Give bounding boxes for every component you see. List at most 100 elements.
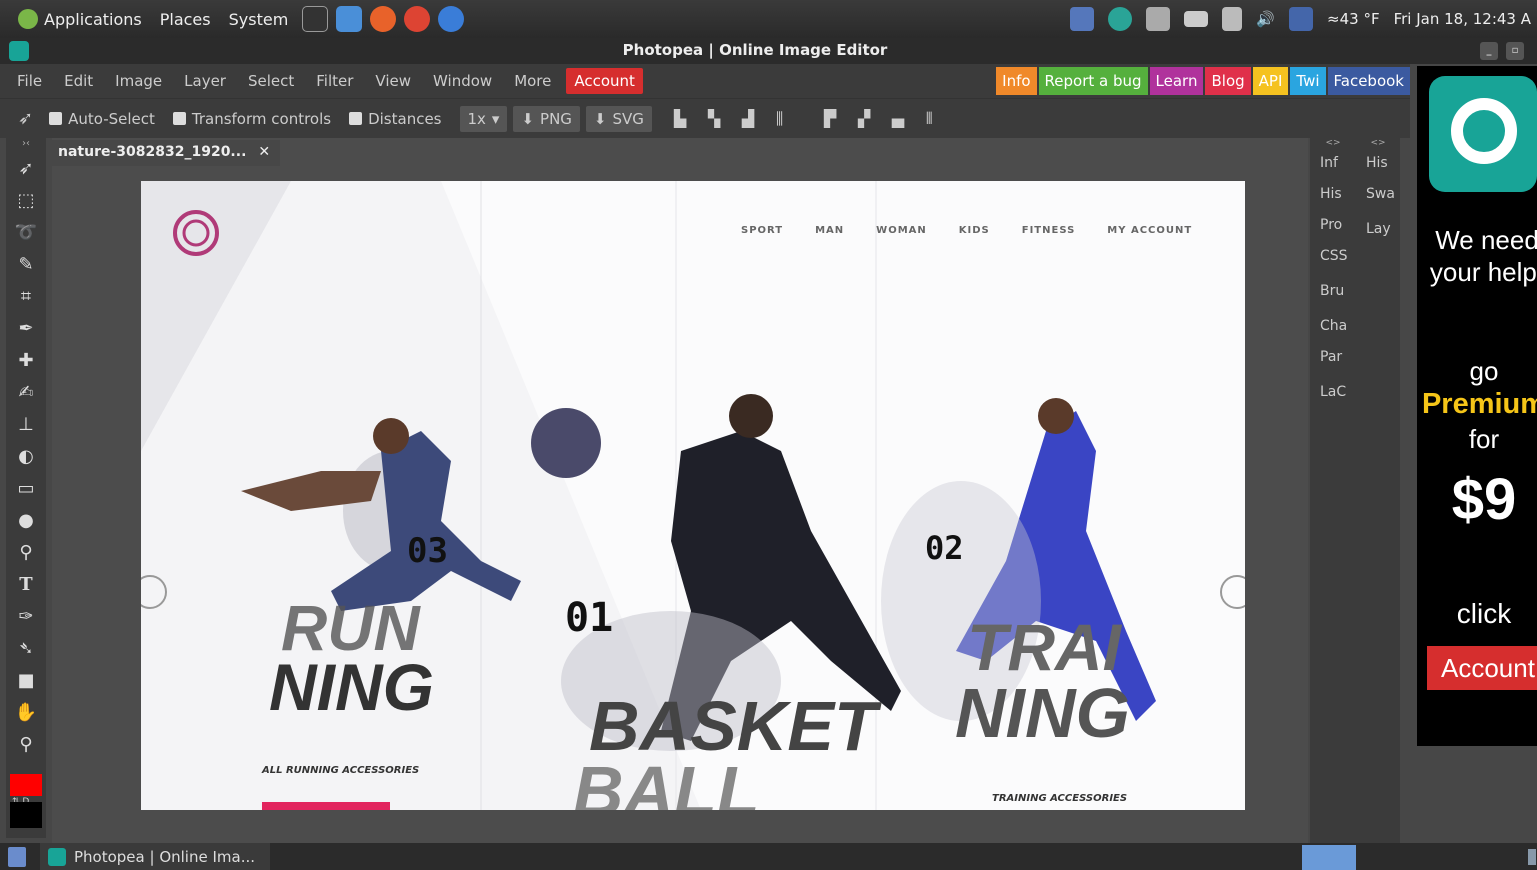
- distribute-v-icon[interactable]: ⫴: [926, 109, 944, 129]
- learn-link[interactable]: Learn: [1149, 67, 1204, 95]
- transform-controls-checkbox[interactable]: Transform controls: [172, 110, 331, 128]
- panel-histogram[interactable]: His: [1310, 181, 1356, 212]
- zoom-dropdown[interactable]: 1x ▾: [459, 105, 508, 132]
- panel-history[interactable]: His: [1356, 150, 1400, 181]
- text-editor-launcher-icon[interactable]: [336, 6, 363, 32]
- terminal-launcher-icon[interactable]: [302, 6, 329, 32]
- pen-tool-icon[interactable]: ✑: [6, 600, 46, 632]
- twitter-link[interactable]: Twi: [1290, 67, 1326, 95]
- eraser-tool-icon[interactable]: ◐: [6, 440, 46, 472]
- info-link[interactable]: Info: [996, 67, 1037, 95]
- trash-icon[interactable]: [1528, 849, 1536, 865]
- menu-layer[interactable]: Layer: [173, 72, 237, 90]
- blog-link[interactable]: Blog: [1205, 67, 1251, 95]
- report-bug-link[interactable]: Report a bug: [1038, 67, 1148, 95]
- document-tab[interactable]: nature-3082832_1920... ✕: [52, 140, 281, 166]
- align-right-icon[interactable]: ▟: [742, 109, 760, 129]
- menu-more[interactable]: More: [503, 72, 562, 90]
- image-canvas[interactable]: SPORT MAN WOMAN KIDS FITNESS MY ACCOUNT …: [141, 181, 1245, 810]
- blur-tool-icon[interactable]: ●: [6, 504, 46, 536]
- align-top-icon[interactable]: ▛: [824, 109, 842, 129]
- applications-menu[interactable]: Applications: [18, 9, 142, 29]
- crop-tool-icon[interactable]: ⌗: [6, 280, 46, 312]
- collapsed-panels-column-2: <> His Swa Lay: [1356, 138, 1400, 843]
- bird-tray-icon[interactable]: [1146, 7, 1171, 31]
- ad-account-button[interactable]: Account: [1427, 646, 1537, 690]
- panel-layer-comps[interactable]: LaC: [1310, 379, 1356, 410]
- maximize-button[interactable]: ▫: [1506, 42, 1524, 60]
- export-svg-button[interactable]: ⬇ SVG: [585, 105, 652, 132]
- update-tray-icon[interactable]: [1070, 7, 1095, 31]
- dodge-tool-icon[interactable]: ⚲: [6, 536, 46, 568]
- thunderbird-launcher-icon[interactable]: [438, 6, 465, 32]
- api-link[interactable]: API: [1252, 67, 1289, 95]
- marquee-tool-icon[interactable]: ⬚: [6, 184, 46, 216]
- align-middle-v-icon[interactable]: ▞: [858, 109, 876, 129]
- places-menu[interactable]: Places: [160, 10, 211, 29]
- quick-select-tool-icon[interactable]: ✎: [6, 248, 46, 280]
- network-tray-icon[interactable]: [1222, 7, 1243, 31]
- stamp-tool-icon[interactable]: ⊥: [6, 408, 46, 440]
- panel-paragraph[interactable]: Par: [1310, 344, 1356, 375]
- nav-woman: WOMAN: [876, 225, 927, 236]
- zoom-tool-icon[interactable]: ⚲: [6, 728, 46, 760]
- panel-layers[interactable]: Lay: [1356, 216, 1400, 247]
- auto-select-checkbox[interactable]: Auto-Select: [49, 110, 155, 128]
- close-tab-icon[interactable]: ✕: [258, 144, 270, 166]
- show-desktop-icon[interactable]: [8, 847, 26, 867]
- foreground-color-swatch[interactable]: [10, 774, 42, 796]
- brush-tool-icon[interactable]: ✍: [6, 376, 46, 408]
- shape-tool-icon[interactable]: ■: [6, 664, 46, 696]
- menu-select[interactable]: Select: [237, 72, 305, 90]
- photopea-tray-icon[interactable]: [1108, 7, 1133, 31]
- chrome-launcher-icon[interactable]: [404, 6, 431, 32]
- move-tool-icon[interactable]: ➶: [6, 152, 46, 184]
- hand-tool-icon[interactable]: ✋: [6, 696, 46, 728]
- menu-window[interactable]: Window: [422, 72, 503, 90]
- type-tool-icon[interactable]: T: [6, 568, 46, 600]
- ad-price: $9: [1451, 467, 1517, 532]
- minimize-button[interactable]: _: [1480, 42, 1498, 60]
- healing-tool-icon[interactable]: ✚: [6, 344, 46, 376]
- firefox-launcher-icon[interactable]: [370, 6, 397, 32]
- mail-tray-icon[interactable]: [1184, 11, 1209, 27]
- user-tray-icon[interactable]: [1289, 7, 1314, 31]
- clock[interactable]: Fri Jan 18, 12:43 A: [1394, 10, 1531, 28]
- align-center-h-icon[interactable]: ▚: [708, 109, 726, 129]
- menu-file[interactable]: File: [0, 72, 53, 90]
- menu-view[interactable]: View: [364, 72, 422, 90]
- system-menu[interactable]: System: [229, 10, 289, 29]
- panel-info[interactable]: Inf: [1310, 150, 1356, 181]
- menu-edit[interactable]: Edit: [53, 72, 104, 90]
- eyedropper-tool-icon[interactable]: ✒: [6, 312, 46, 344]
- align-bottom-icon[interactable]: ▄: [892, 109, 910, 129]
- panel-collapse-toggle[interactable]: <>: [1356, 138, 1400, 150]
- distribute-h-icon[interactable]: ⫼: [776, 109, 794, 129]
- panel-properties[interactable]: Pro: [1310, 212, 1356, 243]
- panel-collapse-toggle[interactable]: <>: [1310, 138, 1356, 150]
- panel-swatches[interactable]: Swa: [1356, 181, 1400, 212]
- toolbox-collapse-icon[interactable]: ›‹: [6, 138, 46, 152]
- headline-training-2: NING: [955, 674, 1130, 752]
- align-left-icon[interactable]: ▙: [674, 109, 692, 129]
- menu-image[interactable]: Image: [104, 72, 173, 90]
- workspace-switcher[interactable]: [1302, 845, 1356, 870]
- panel-css[interactable]: CSS: [1310, 243, 1356, 274]
- menu-filter[interactable]: Filter: [305, 72, 364, 90]
- facebook-link[interactable]: Facebook: [1327, 67, 1410, 95]
- panel-character[interactable]: Cha: [1310, 313, 1356, 344]
- taskbar-window-button[interactable]: Photopea | Online Ima...: [40, 843, 270, 870]
- checkbox-box: [349, 112, 363, 125]
- premium-ad[interactable]: We need your help! go Premium for $9 cli…: [1417, 66, 1537, 746]
- lasso-tool-icon[interactable]: ➰: [6, 216, 46, 248]
- account-button[interactable]: Account: [566, 68, 643, 94]
- volume-icon[interactable]: 🔊: [1256, 10, 1275, 28]
- cta-bar: [262, 802, 390, 810]
- panel-brush[interactable]: Bru: [1310, 278, 1356, 309]
- background-color-swatch[interactable]: [10, 802, 42, 828]
- distances-checkbox[interactable]: Distances: [349, 110, 442, 128]
- export-png-button[interactable]: ⬇ PNG: [513, 105, 580, 132]
- gradient-tool-icon[interactable]: ▭: [6, 472, 46, 504]
- weather-readout[interactable]: ≈43 °F: [1327, 10, 1380, 28]
- path-select-tool-icon[interactable]: ➴: [6, 632, 46, 664]
